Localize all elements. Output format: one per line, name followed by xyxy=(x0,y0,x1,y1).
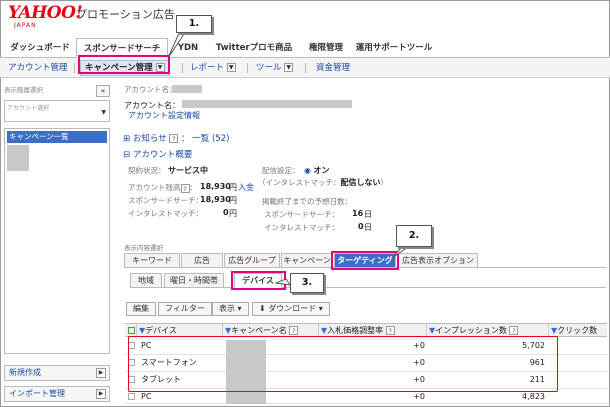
callout-3: 3. xyxy=(290,273,324,293)
callout-pointers xyxy=(167,30,410,286)
callout-1: 1. xyxy=(176,15,212,33)
callout-2: 2. xyxy=(396,225,432,247)
